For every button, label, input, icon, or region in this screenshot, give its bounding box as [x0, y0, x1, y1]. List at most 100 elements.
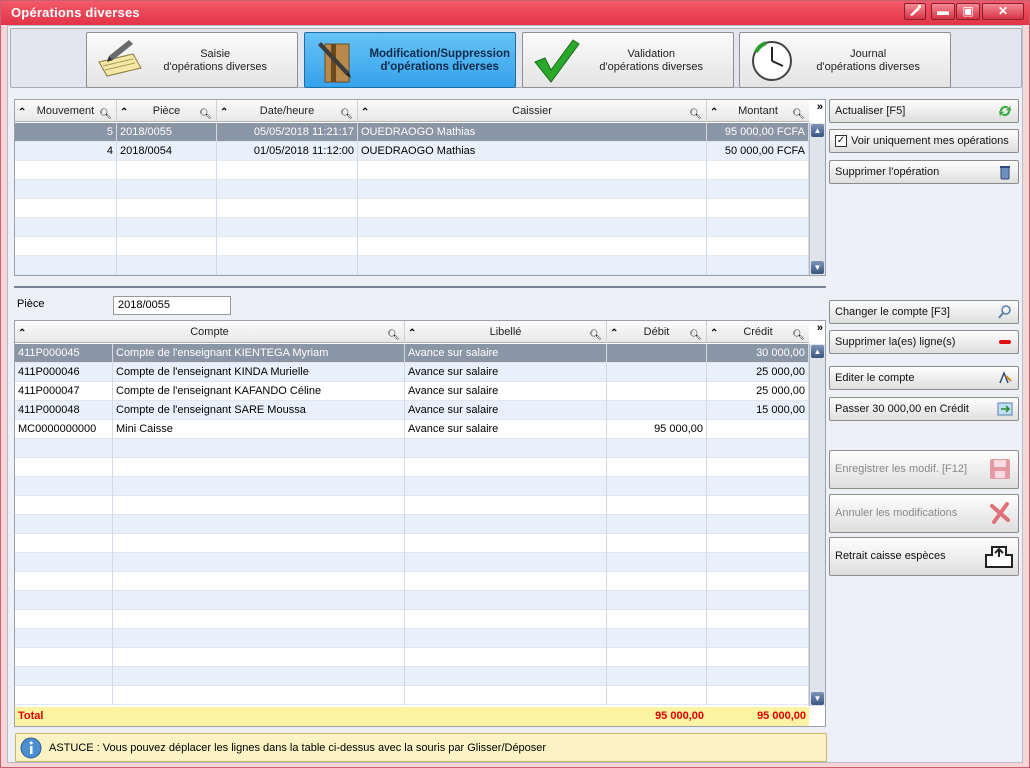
lines-scrollbar[interactable]: ▲ ▼	[809, 344, 825, 706]
table-row[interactable]: 411P000048 Compte de l'enseignant SARE Mo…	[15, 401, 809, 420]
empty-row	[15, 553, 809, 572]
empty-row	[15, 648, 809, 667]
sort-icon[interactable]: ⌃	[18, 102, 26, 124]
table-row[interactable]: 5 2018/0055 05/05/2018 11:21:17 OUEDRAOG…	[15, 123, 809, 142]
cancel-label: Annuler les modifications	[835, 507, 958, 519]
change-account-button[interactable]: Changer le compte [F3]	[829, 300, 1019, 324]
magnifier-icon	[998, 305, 1011, 319]
delete-lines-button[interactable]: Supprimer la(es) ligne(s)	[829, 330, 1019, 354]
col-libelle[interactable]: Libellé ⌃ 🔍︎	[405, 321, 607, 343]
cell-code: 411P000046	[15, 363, 113, 382]
cell-code: 411P000045	[15, 344, 113, 363]
only-mine-label: Voir uniquement mes opérations	[851, 135, 1009, 147]
maximize-button[interactable]: ▣	[956, 3, 980, 20]
table-row[interactable]: 411P000046 Compte de l'enseignant KINDA M…	[15, 363, 809, 382]
col-datetime[interactable]: Date/heure ⌃ 🔍︎	[217, 100, 358, 122]
empty-row	[15, 477, 809, 496]
table-row[interactable]: 411P000045 Compte de l'enseignant KIENTEG…	[15, 344, 809, 363]
tab-saisie-line1: Saisie	[200, 48, 231, 60]
empty-row	[15, 629, 809, 648]
col-piece[interactable]: Pièce ⌃ 🔍︎	[117, 100, 217, 122]
delete-lines-label: Supprimer la(es) ligne(s)	[835, 336, 956, 348]
tab-validation-line2: d'opérations diverses	[599, 61, 703, 73]
piece-field[interactable]: 2018/0055	[113, 296, 231, 315]
info-icon	[20, 737, 42, 759]
cash-withdraw-button[interactable]: Retrait caisse espèces	[829, 537, 1019, 576]
expand-icon[interactable]: »	[817, 101, 823, 113]
cash-withdraw-label: Retrait caisse espèces	[835, 550, 946, 562]
window-title: Opérations diverses	[11, 5, 140, 20]
empty-row	[15, 180, 809, 199]
sort-icon[interactable]: ⌃	[610, 323, 618, 345]
checkbox-checked-icon[interactable]: ✓	[835, 135, 847, 148]
scroll-down-icon[interactable]: ▼	[811, 261, 824, 274]
expand-icon[interactable]: »	[817, 322, 823, 334]
tab-validation[interactable]: Validation d'opérations diverses	[522, 32, 734, 88]
cell-compte: Mini Caisse	[113, 420, 405, 439]
cancel-button[interactable]: Annuler les modifications	[829, 494, 1019, 533]
tab-saisie[interactable]: Saisie d'opérations diverses	[86, 32, 298, 88]
col-mouvement[interactable]: Mouvement ⌃ 🔍︎	[15, 100, 117, 122]
text-edit-icon	[999, 370, 1012, 384]
minimize-button[interactable]: ▬	[931, 3, 955, 20]
delete-operation-button[interactable]: Supprimer l'opération	[829, 160, 1019, 184]
empty-row	[15, 667, 809, 686]
only-mine-toggle[interactable]: ✓ Voir uniquement mes opérations	[829, 129, 1019, 153]
total-credit: 95 000,00	[757, 710, 806, 722]
col-compte[interactable]: Compte ⌃ 🔍︎	[15, 321, 405, 343]
close-button[interactable]: ✕	[982, 3, 1024, 20]
trash-icon	[1000, 166, 1010, 180]
col-credit[interactable]: Crédit ⌃ 🔍︎	[707, 321, 809, 343]
cell-debit	[607, 344, 707, 363]
cash-drawer-icon	[985, 546, 1013, 568]
checkmark-icon	[534, 39, 580, 83]
col-montant[interactable]: Montant ⌃ 🔍︎	[707, 100, 809, 122]
edit-account-button[interactable]: Editer le compte	[829, 366, 1019, 390]
cell-mouvement: 4	[15, 142, 117, 161]
empty-row	[15, 458, 809, 477]
col-caissier-label: Caissier	[512, 105, 552, 117]
scroll-up-icon[interactable]: ▲	[811, 124, 824, 137]
sort-icon[interactable]: ⌃	[18, 323, 26, 345]
col-compte-label: Compte	[190, 326, 229, 338]
tab-validation-line1: Validation	[627, 48, 675, 60]
cell-compte: Compte de l'enseignant KINDA Murielle	[113, 363, 405, 382]
tab-modification-line2: d'opérations diverses	[380, 61, 499, 73]
pass-credit-button[interactable]: Passer 30 000,00 en Crédit	[829, 397, 1019, 421]
tab-journal-line2: d'opérations diverses	[816, 61, 920, 73]
table-row[interactable]: 4 2018/0054 01/05/2018 11:12:00 OUEDRAOG…	[15, 142, 809, 161]
sort-icon[interactable]: ⌃	[120, 102, 128, 124]
refresh-icon	[999, 105, 1011, 117]
sort-icon[interactable]: ⌃	[220, 102, 228, 124]
sort-icon[interactable]: ⌃	[710, 102, 718, 124]
empty-row	[15, 237, 809, 256]
refresh-button[interactable]: Actualiser [F5]	[829, 99, 1019, 123]
col-debit[interactable]: Débit ⌃ 🔍︎	[607, 321, 707, 343]
operations-scrollbar[interactable]: ▲ ▼	[809, 123, 825, 275]
tab-modification[interactable]: Modification/Suppression d'opérations div…	[304, 32, 516, 88]
cell-compte: Compte de l'enseignant SARE Moussa	[113, 401, 405, 420]
cell-credit: 15 000,00	[707, 401, 809, 420]
edit-account-label: Editer le compte	[835, 372, 915, 384]
col-caissier[interactable]: Caissier ⌃ 🔍︎	[358, 100, 707, 122]
scroll-down-icon[interactable]: ▼	[811, 692, 824, 705]
sort-icon[interactable]: ⌃	[710, 323, 718, 345]
delete-operation-label: Supprimer l'opération	[835, 166, 940, 178]
empty-row	[15, 591, 809, 610]
cell-credit: 25 000,00	[707, 363, 809, 382]
scroll-up-icon[interactable]: ▲	[811, 345, 824, 358]
table-row[interactable]: 411P000047 Compte de l'enseignant KAFANDO…	[15, 382, 809, 401]
save-button[interactable]: Enregistrer les modif. [F12]	[829, 450, 1019, 489]
cell-credit: 25 000,00	[707, 382, 809, 401]
tab-journal-line1: Journal	[850, 48, 887, 60]
sort-icon[interactable]: ⌃	[361, 102, 369, 124]
cell-compte: Compte de l'enseignant KAFANDO Céline	[113, 382, 405, 401]
sort-icon[interactable]: ⌃	[408, 323, 416, 345]
empty-row	[15, 218, 809, 237]
tab-journal[interactable]: Journal d'opérations diverses	[739, 32, 951, 88]
cell-montant: 50 000,00 FCFA	[707, 142, 809, 161]
separator	[14, 286, 826, 288]
table-row[interactable]: MC0000000000 Mini Caisse Avance sur salair…	[15, 420, 809, 439]
binder-pen-icon	[318, 42, 351, 83]
edit-window-button[interactable]	[904, 3, 926, 20]
